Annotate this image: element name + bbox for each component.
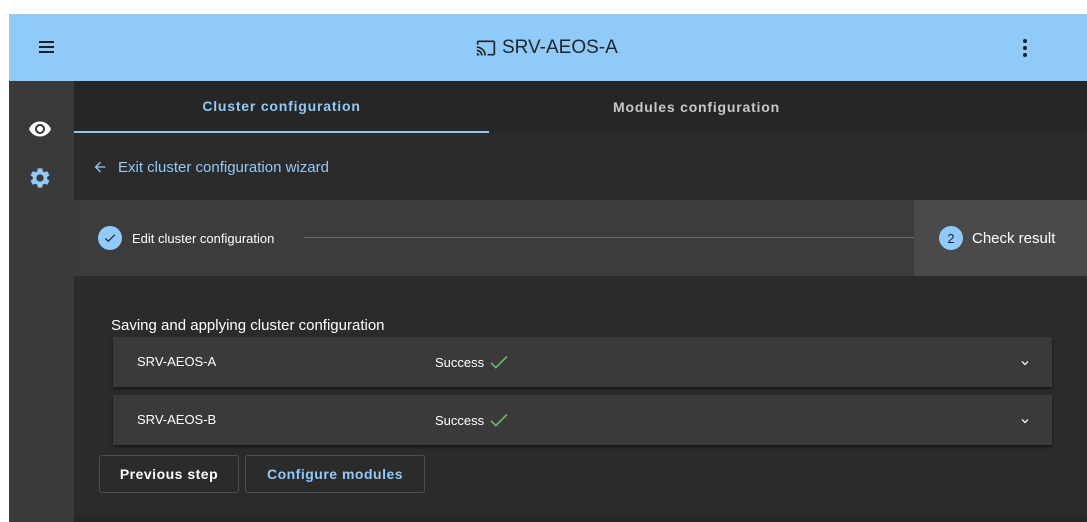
exit-wizard-link[interactable]: Exit cluster configuration wizard [74, 149, 329, 185]
status-text: Success [435, 354, 509, 370]
menu-button[interactable] [37, 36, 59, 58]
app-window: SRV-AEOS-A Cluster configuration Modules… [9, 14, 1087, 522]
app-title: SRV-AEOS-A [502, 37, 618, 58]
tab-bar: Cluster configuration Modules configurat… [74, 81, 1087, 133]
previous-step-button[interactable]: Previous step [99, 455, 239, 493]
main-content: Cluster configuration Modules configurat… [74, 81, 1087, 522]
step-number-badge: 2 [939, 226, 963, 250]
arrow-left-icon [94, 161, 106, 173]
eye-icon[interactable] [28, 117, 52, 141]
node-name: SRV-AEOS-B [137, 412, 217, 427]
step-edit-cluster-configuration[interactable]: Edit cluster configuration [98, 226, 274, 250]
exit-wizard-label: Exit cluster configuration wizard [118, 158, 329, 176]
more-options-button[interactable] [1015, 36, 1035, 60]
check-icon [490, 413, 508, 427]
status-label: Success [435, 354, 485, 370]
tab-modules-configuration[interactable]: Modules configuration [489, 81, 904, 133]
app-header: SRV-AEOS-A [9, 14, 1087, 81]
step-completed-badge [98, 226, 122, 250]
status-label: Success [435, 412, 485, 428]
chevron-down-icon[interactable] [1018, 356, 1032, 370]
app-title-group: SRV-AEOS-A [475, 35, 618, 61]
result-panel-srv-aeos-b[interactable]: SRV-AEOS-B Success [113, 395, 1052, 445]
results-title: Saving and applying cluster configuratio… [111, 317, 385, 334]
configure-modules-button[interactable]: Configure modules [245, 455, 425, 493]
step-label: Check result [972, 229, 1056, 247]
status-text: Success [435, 412, 509, 428]
step-check-result[interactable]: 2 Check result [939, 226, 1055, 250]
bottom-divider [74, 516, 1087, 522]
chevron-down-icon[interactable] [1018, 414, 1032, 428]
result-panel-srv-aeos-a[interactable]: SRV-AEOS-A Success [113, 337, 1052, 387]
check-icon [490, 355, 508, 369]
cast-icon [476, 40, 496, 56]
check-icon [104, 234, 116, 243]
gear-icon[interactable] [28, 166, 52, 190]
step-label: Edit cluster configuration [132, 230, 275, 246]
node-name: SRV-AEOS-A [137, 354, 217, 369]
step-connector [304, 237, 934, 238]
side-rail [9, 81, 74, 522]
tab-cluster-configuration[interactable]: Cluster configuration [74, 81, 489, 133]
wizard-stepper: Edit cluster configuration 2 Check resul… [74, 200, 1087, 276]
